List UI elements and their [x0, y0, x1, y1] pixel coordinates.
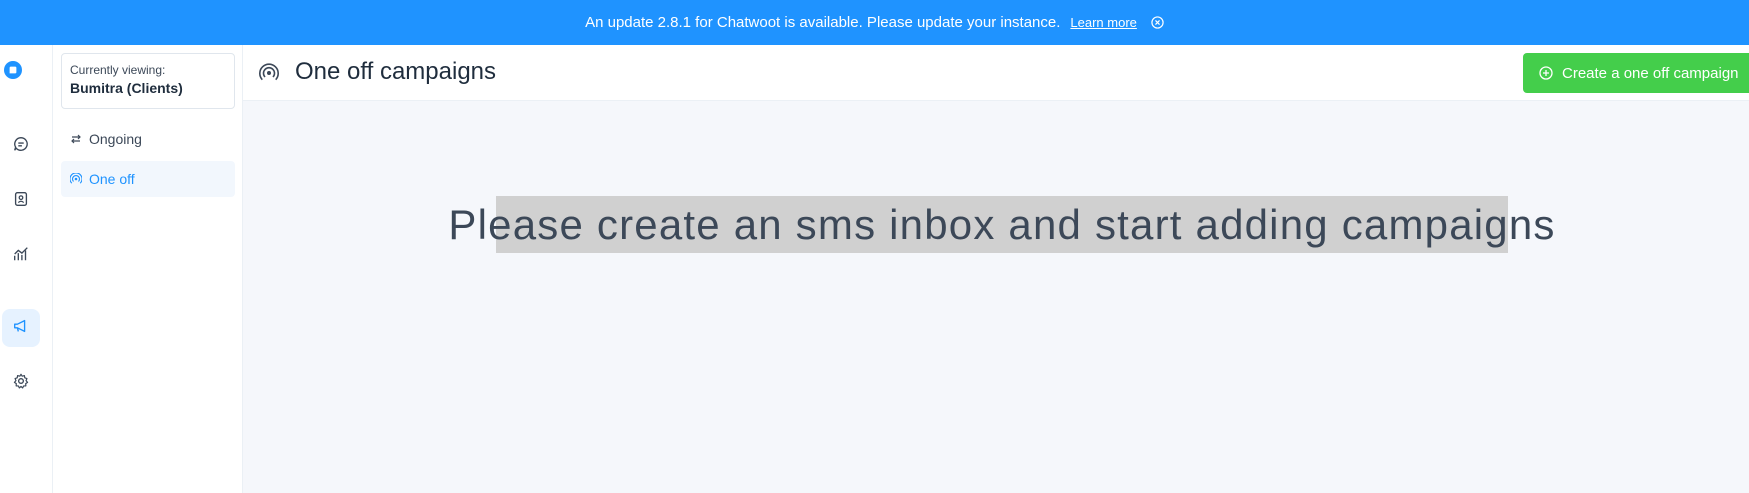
chatwoot-logo-icon[interactable] — [4, 61, 36, 93]
sidebar-item-ongoing[interactable]: Ongoing — [61, 121, 235, 157]
contacts-book-icon — [12, 190, 30, 213]
reports-chart-icon — [12, 245, 30, 268]
sidebar-item-label: One off — [89, 171, 135, 187]
page-header: One off campaigns Create a one off campa… — [243, 45, 1749, 101]
broadcast-icon — [259, 63, 279, 83]
learn-more-link[interactable]: Learn more — [1070, 15, 1136, 30]
settings-nav-button[interactable] — [2, 364, 40, 402]
add-circle-icon — [1539, 66, 1553, 80]
page-title: One off campaigns — [295, 58, 497, 85]
broadcast-icon — [70, 173, 82, 185]
sidebar-item-label: Ongoing — [89, 131, 142, 147]
gear-icon — [12, 372, 30, 395]
create-campaign-button[interactable]: Create a one off campaign — [1523, 53, 1749, 93]
reports-nav-button[interactable] — [2, 237, 40, 275]
main-content: Please create an sms inbox and start add… — [243, 101, 1749, 493]
contacts-nav-button[interactable] — [2, 182, 40, 220]
sidebar-item-one-off[interactable]: One off — [61, 161, 235, 197]
megaphone-icon — [12, 317, 30, 340]
context-label: Currently viewing: — [70, 63, 166, 77]
update-message: An update 2.8.1 for Chatwoot is availabl… — [585, 14, 1061, 31]
account-context-switcher[interactable]: Currently viewing: Bumitra (Clients) — [61, 53, 235, 109]
chat-bubble-icon — [12, 135, 30, 158]
primary-sidebar — [0, 45, 53, 493]
context-value: Bumitra (Clients) — [70, 80, 183, 96]
update-banner: An update 2.8.1 for Chatwoot is availabl… — [0, 0, 1749, 45]
secondary-sidebar: Currently viewing: Bumitra (Clients) Ong… — [53, 45, 243, 493]
close-banner-icon[interactable] — [1151, 16, 1164, 29]
empty-state-message: Please create an sms inbox and start add… — [448, 196, 1554, 253]
campaigns-nav-button[interactable] — [2, 309, 40, 347]
create-campaign-label: Create a one off campaign — [1562, 64, 1739, 82]
arrows-exchange-icon — [70, 133, 82, 145]
conversations-nav-button[interactable] — [2, 127, 40, 165]
